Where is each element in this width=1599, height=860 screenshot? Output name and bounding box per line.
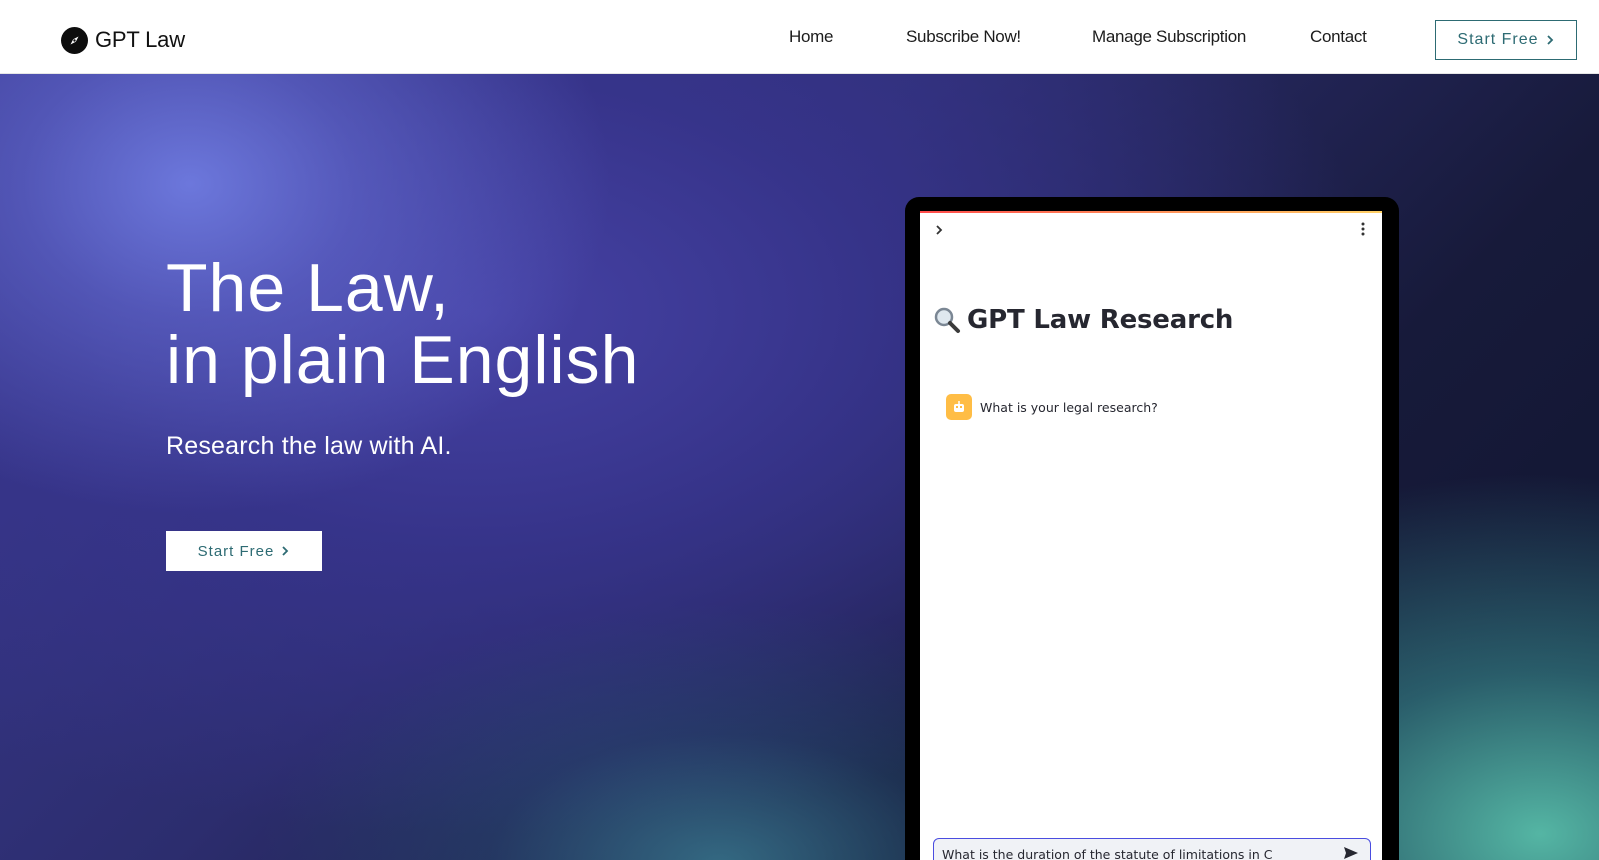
hero-section: The Law, in plain English Research the l… [0,74,1599,860]
nav-manage-subscription[interactable]: Manage Subscription [1092,27,1246,47]
magnifier-icon [934,307,960,333]
header-start-free-button[interactable]: Start Free [1435,20,1577,60]
tablet-screen: GPT Law Research What is your legal rese… [920,211,1382,860]
chevron-right-icon [282,546,289,556]
assistant-message: What is your legal research? [946,394,1158,420]
chat-input[interactable]: What is the duration of the statute of l… [933,838,1371,860]
chevron-right-icon [1546,35,1553,45]
app-title: GPT Law Research [933,305,1233,335]
send-icon[interactable] [1342,844,1360,860]
chat-input-value: What is the duration of the statute of l… [942,847,1273,860]
nav-subscribe[interactable]: Subscribe Now! [906,27,1021,47]
hero-title-line1: The Law, [166,250,450,326]
bot-avatar-icon [946,394,972,420]
hero-title-line2: in plain English [166,322,640,398]
nav-contact[interactable]: Contact [1310,27,1367,47]
chevron-right-icon[interactable] [934,223,944,237]
hero-start-free-label: Start Free [197,542,275,560]
nav-home[interactable]: Home [789,27,833,47]
site-header: GPT Law Home Subscribe Now! Manage Subsc… [0,0,1599,74]
hero-subtitle: Research the law with AI. [166,432,452,460]
kebab-icon[interactable] [1360,221,1366,237]
hero-start-free-button[interactable]: Start Free [166,531,322,571]
brand-name: GPT Law [95,27,185,52]
app-title-text: GPT Law Research [967,305,1234,335]
header-start-free-label: Start Free [1457,31,1539,48]
compass-icon [61,26,88,54]
tablet-mockup: GPT Law Research What is your legal rese… [905,197,1399,860]
assistant-message-text: What is your legal research? [980,399,1158,415]
hero-title: The Law, in plain English [166,252,766,396]
app-top-accent [920,211,1382,213]
brand-logo[interactable]: GPT Law [61,26,185,54]
